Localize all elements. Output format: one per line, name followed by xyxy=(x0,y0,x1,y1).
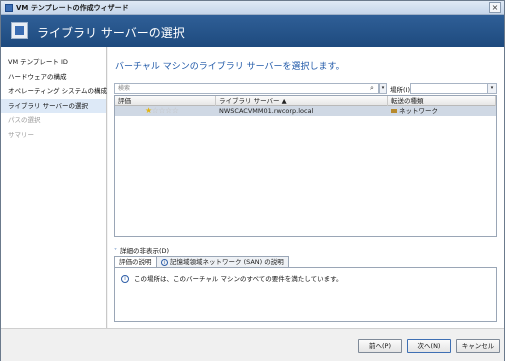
details-panel: i この場所は、このバーチャル マシンのすべての要件を満たしています。 xyxy=(114,267,497,322)
search-toolbar: 検索 ⌕ ▾ 場所(I) ▾ xyxy=(114,83,497,94)
table-row[interactable]: ★☆☆☆☆ NWSCACVMM01.rwcorp.local ネットワーク xyxy=(115,106,496,116)
sidebar-item-select-library-server[interactable]: ライブラリ サーバーの選択 xyxy=(1,98,106,113)
chevron-down-icon: ˅ xyxy=(114,248,117,255)
search-input[interactable]: 検索 xyxy=(114,83,379,94)
tab-san-label: 記憶域領域ネットワーク (SAN) の説明 xyxy=(170,258,284,266)
column-header-rating[interactable]: 評価 xyxy=(115,96,216,106)
title-bar: VM テンプレートの作成ウィザード × xyxy=(1,1,504,15)
wizard-step-icon xyxy=(11,22,28,39)
search-options-dropdown[interactable]: ▾ xyxy=(379,83,387,94)
network-icon xyxy=(391,109,397,113)
wizard-steps-sidebar: VM テンプレート ID ハードウェアの構成 オペレーティング システムの構成 … xyxy=(1,47,107,328)
sidebar-item-hardware-config[interactable]: ハードウェアの構成 xyxy=(1,70,106,85)
column-header-transfer-type[interactable]: 転送の種類 xyxy=(388,96,496,106)
star-rating-icon: ★☆☆☆☆ xyxy=(145,106,179,115)
details-message-text: この場所は、このバーチャル マシンのすべての要件を満たしています。 xyxy=(134,275,343,283)
details-message: i この場所は、このバーチャル マシンのすべての要件を満たしています。 xyxy=(121,273,342,283)
hide-details-toggle[interactable]: ˅ 詳細の非表示(D) xyxy=(114,245,169,255)
cancel-button[interactable]: キャンセル xyxy=(456,339,500,353)
app-icon xyxy=(5,4,13,12)
library-server-grid: 評価 ライブラリ サーバー ▲ 転送の種類 ★☆☆☆☆ NWSCACVMM01.… xyxy=(114,95,497,237)
sidebar-item-vm-template-id[interactable]: VM テンプレート ID xyxy=(1,55,106,70)
location-select[interactable]: ▾ xyxy=(410,83,497,94)
rating-cell: ★☆☆☆☆ xyxy=(115,106,216,116)
page-title: ライブラリ サーバーの選択 xyxy=(37,26,185,40)
grid-header: 評価 ライブラリ サーバー ▲ 転送の種類 xyxy=(115,96,496,106)
wizard-footer: 前へ(P) 次へ(N) キャンセル xyxy=(1,328,504,361)
library-server-cell: NWSCACVMM01.rwcorp.local xyxy=(219,107,314,115)
sidebar-item-os-config[interactable]: オペレーティング システムの構成 xyxy=(1,84,107,99)
step-heading: バーチャル マシンのライブラリ サーバーを選択します。 xyxy=(115,62,345,72)
sidebar-item-select-path: パスの選択 xyxy=(8,116,41,124)
location-label: 場所(I) xyxy=(390,86,410,94)
info-icon: i xyxy=(121,275,129,283)
sidebar-item-summary: サマリー xyxy=(8,130,34,139)
chevron-down-icon[interactable]: ▾ xyxy=(487,84,496,93)
window-title: VM テンプレートの作成ウィザード xyxy=(16,4,129,12)
close-icon[interactable]: × xyxy=(489,2,501,13)
transfer-type-label: ネットワーク xyxy=(399,107,438,115)
transfer-type-cell: ネットワーク xyxy=(388,106,496,116)
next-button[interactable]: 次へ(N) xyxy=(407,339,451,353)
back-button[interactable]: 前へ(P) xyxy=(358,339,402,353)
main-content: バーチャル マシンのライブラリ サーバーを選択します。 検索 ⌕ ▾ 場所(I)… xyxy=(108,47,504,328)
search-icon[interactable]: ⌕ xyxy=(366,84,378,93)
wizard-header: ライブラリ サーバーの選択 xyxy=(1,15,504,47)
hide-details-label: 詳細の非表示(D) xyxy=(120,247,170,255)
column-header-library-server[interactable]: ライブラリ サーバー ▲ xyxy=(216,96,388,106)
tab-san-explanation[interactable]: i 記憶域領域ネットワーク (SAN) の説明 xyxy=(156,256,289,267)
info-icon: i xyxy=(161,258,168,266)
wizard-window: VM テンプレートの作成ウィザード × ライブラリ サーバーの選択 VM テンプ… xyxy=(0,0,505,361)
